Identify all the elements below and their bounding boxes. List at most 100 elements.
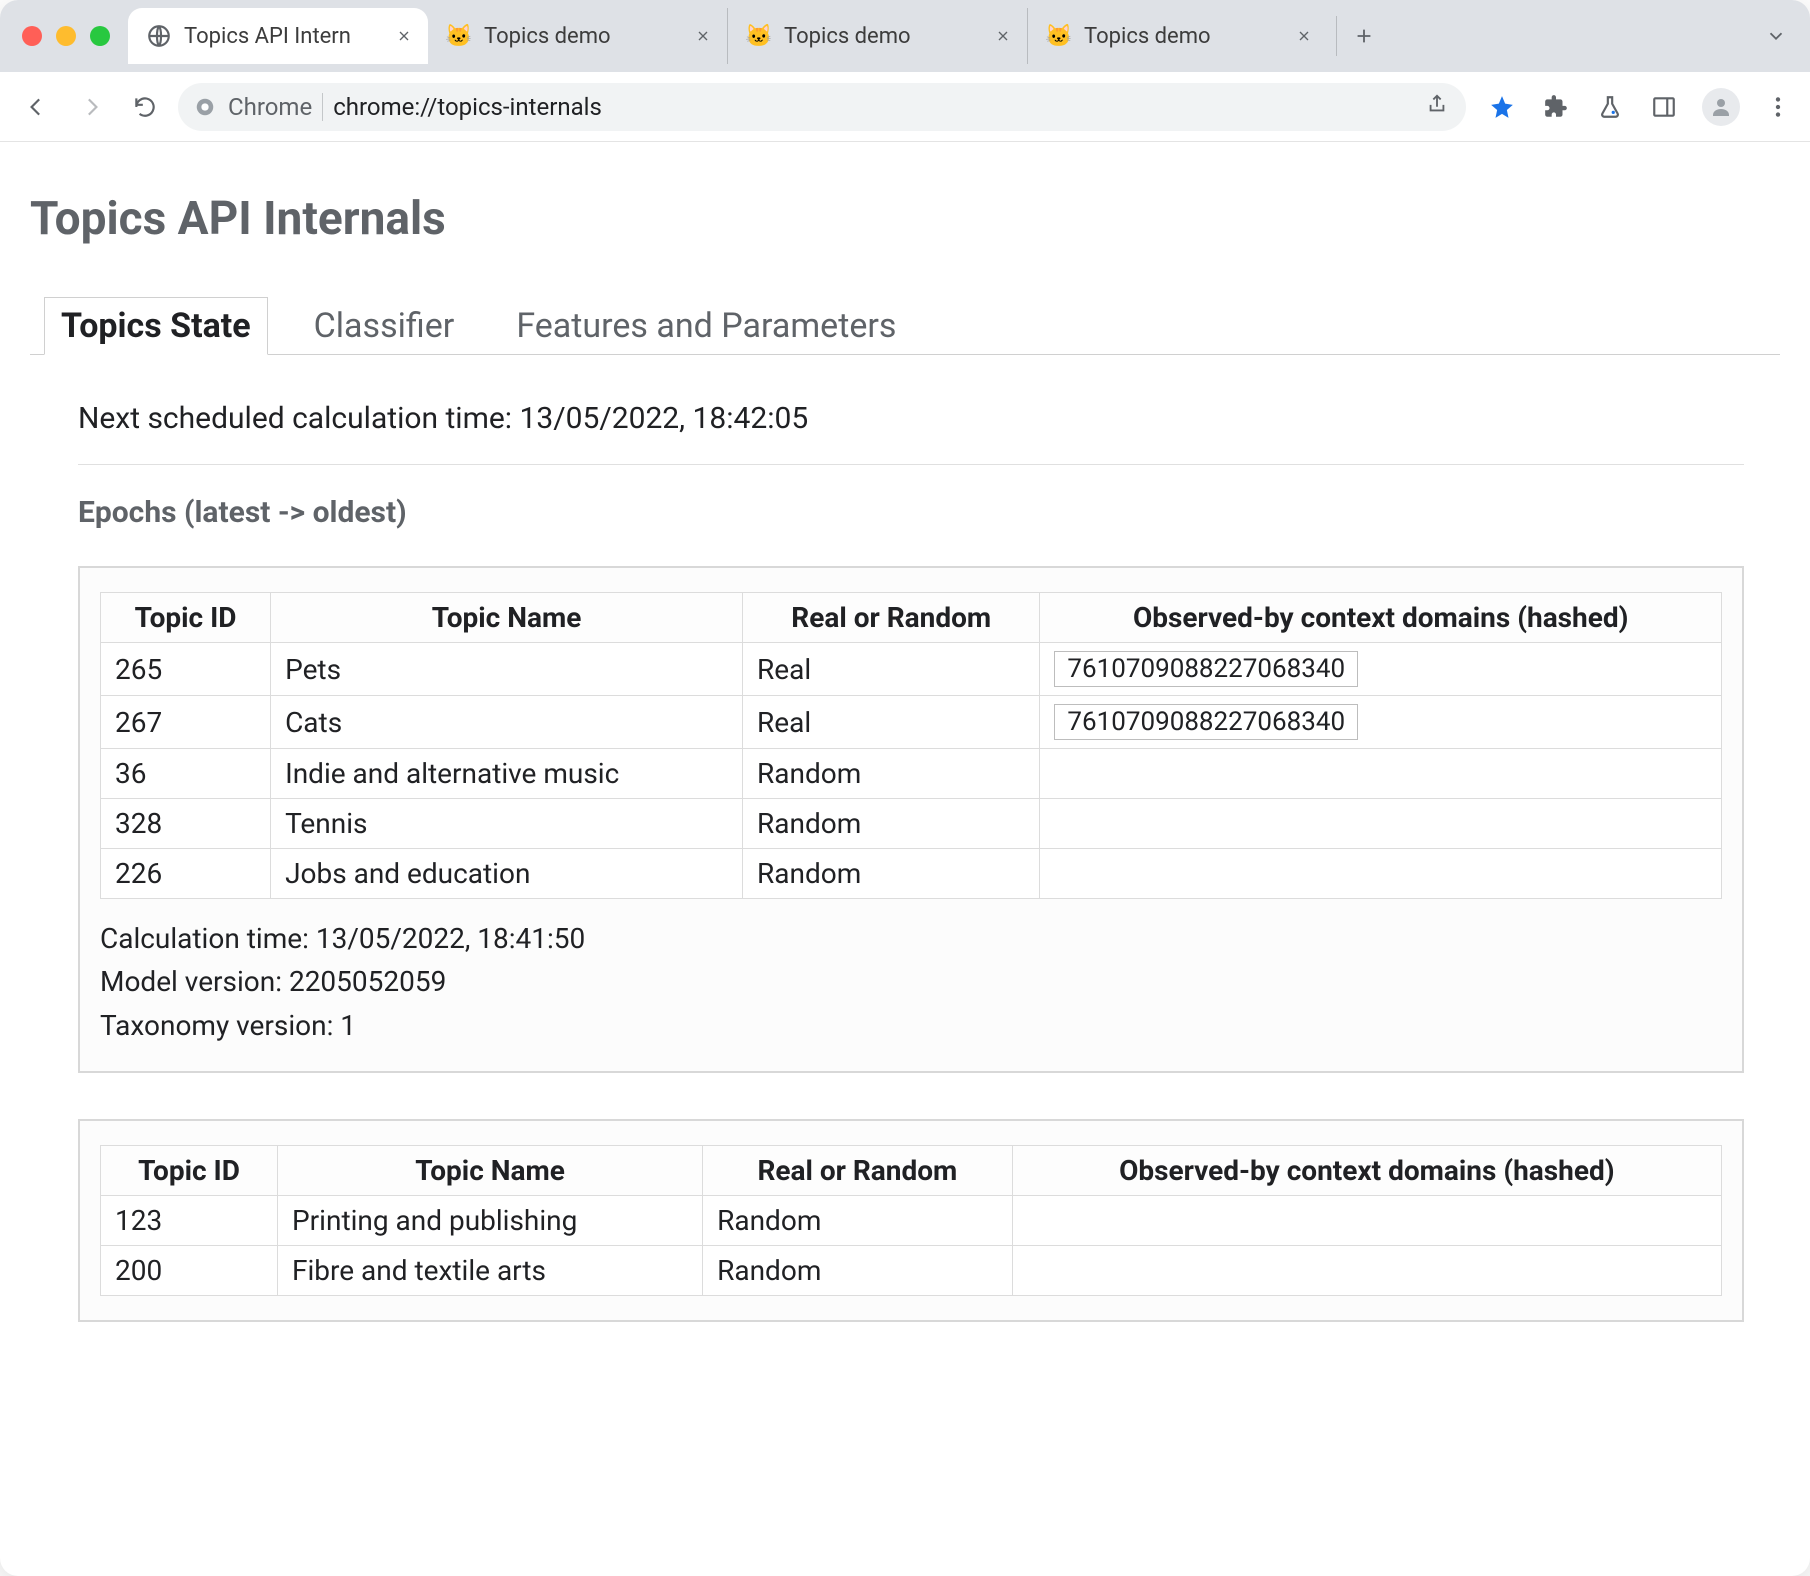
cell-hash: 7610709088227068340 (1040, 643, 1722, 696)
model-version-value: 2205052059 (289, 965, 446, 998)
window-minimize-button[interactable] (56, 26, 76, 46)
cell-kind: Real (743, 696, 1040, 749)
col-topic-id: Topic ID (101, 1146, 278, 1196)
calc-time-label: Calculation time: (100, 922, 316, 955)
forward-button[interactable] (70, 86, 112, 128)
chrome-icon (192, 94, 218, 120)
cell-topic-name: Printing and publishing (278, 1196, 703, 1246)
url-origin: Chrome (228, 93, 323, 121)
table-header-row: Topic ID Topic Name Real or Random Obser… (101, 1146, 1722, 1196)
taxonomy-version-value: 1 (340, 1009, 356, 1042)
back-button[interactable] (16, 86, 58, 128)
url-path: chrome://topics-internals (333, 93, 1416, 121)
cell-kind: Random (743, 849, 1040, 899)
profile-avatar[interactable] (1702, 88, 1740, 126)
kebab-menu-icon[interactable] (1762, 91, 1794, 123)
cell-hash (1040, 749, 1722, 799)
cell-hash (1012, 1196, 1721, 1246)
browser-tab[interactable]: 🐱 Topics demo (1028, 8, 1328, 64)
cell-topic-name: Fibre and textile arts (278, 1246, 703, 1296)
cell-hash (1040, 849, 1722, 899)
address-bar[interactable]: Chrome chrome://topics-internals (178, 83, 1466, 131)
page-title: Topics API Internals (30, 192, 1780, 246)
table-row: 328 Tennis Random (101, 799, 1722, 849)
tab-title: Topics demo (1084, 24, 1282, 49)
browser-window: Topics API Intern 🐱 Topics demo 🐱 Topics… (0, 0, 1810, 1576)
cell-kind: Random (703, 1196, 1013, 1246)
tabs-overflow-button[interactable] (1754, 14, 1798, 58)
cell-topic-id: 200 (101, 1246, 278, 1296)
toolbar: Chrome chrome://topics-internals (0, 72, 1810, 142)
labs-icon[interactable] (1594, 91, 1626, 123)
cell-kind: Random (743, 799, 1040, 849)
window-maximize-button[interactable] (90, 26, 110, 46)
bookmark-icon[interactable] (1486, 91, 1518, 123)
epoch-box: Topic ID Topic Name Real or Random Obser… (78, 1119, 1744, 1322)
cell-topic-id: 226 (101, 849, 271, 899)
cell-topic-id: 123 (101, 1196, 278, 1246)
close-icon[interactable] (693, 26, 713, 46)
share-icon[interactable] (1426, 93, 1448, 121)
side-panel-icon[interactable] (1648, 91, 1680, 123)
tab-classifier[interactable]: Classifier (298, 298, 471, 354)
hash-chip: 7610709088227068340 (1054, 704, 1358, 740)
cell-topic-id: 265 (101, 643, 271, 696)
extensions-icon[interactable] (1540, 91, 1572, 123)
close-icon[interactable] (1294, 26, 1314, 46)
cell-topic-name: Pets (271, 643, 743, 696)
col-real-random: Real or Random (703, 1146, 1013, 1196)
cell-kind: Real (743, 643, 1040, 696)
tab-title: Topics demo (784, 24, 981, 49)
next-calc-value: 13/05/2022, 18:42:05 (520, 401, 809, 436)
cell-topic-id: 328 (101, 799, 271, 849)
tab-title: Topics demo (484, 24, 681, 49)
cell-topic-name: Indie and alternative music (271, 749, 743, 799)
tab-features-parameters[interactable]: Features and Parameters (500, 298, 912, 354)
browser-tab[interactable]: 🐱 Topics demo (428, 8, 728, 64)
model-version-label: Model version: (100, 965, 289, 998)
topics-table: Topic ID Topic Name Real or Random Obser… (100, 592, 1722, 899)
cell-hash: 7610709088227068340 (1040, 696, 1722, 749)
new-tab-button[interactable] (1336, 16, 1376, 56)
window-close-button[interactable] (22, 26, 42, 46)
page-tabs: Topics State Classifier Features and Par… (30, 296, 1780, 355)
topics-table: Topic ID Topic Name Real or Random Obser… (100, 1145, 1722, 1296)
browser-tab[interactable]: Topics API Intern (128, 8, 428, 64)
cat-icon: 🐱 (446, 23, 472, 49)
epoch-meta: Calculation time: 13/05/2022, 18:41:50 M… (100, 917, 1722, 1047)
cat-icon: 🐱 (1046, 23, 1072, 49)
taxonomy-version-label: Taxonomy version: (100, 1009, 340, 1042)
epochs-heading: Epochs (latest -> oldest) (78, 495, 1744, 530)
table-row: 265 Pets Real 7610709088227068340 (101, 643, 1722, 696)
cell-topic-name: Tennis (271, 799, 743, 849)
tab-panel-topics-state: Next scheduled calculation time: 13/05/2… (30, 355, 1780, 1322)
tab-topics-state[interactable]: Topics State (44, 297, 268, 355)
col-real-random: Real or Random (743, 593, 1040, 643)
page-content: Topics API Internals Topics State Classi… (0, 142, 1810, 1576)
cell-kind: Random (743, 749, 1040, 799)
globe-icon (146, 23, 172, 49)
browser-tab[interactable]: 🐱 Topics demo (728, 8, 1028, 64)
table-row: 267 Cats Real 7610709088227068340 (101, 696, 1722, 749)
table-row: 200 Fibre and textile arts Random (101, 1246, 1722, 1296)
cat-icon: 🐱 (746, 23, 772, 49)
next-calc-label: Next scheduled calculation time: (78, 401, 520, 436)
table-header-row: Topic ID Topic Name Real or Random Obser… (101, 593, 1722, 643)
col-topic-name: Topic Name (278, 1146, 703, 1196)
divider (78, 464, 1744, 465)
table-row: 123 Printing and publishing Random (101, 1196, 1722, 1246)
window-controls (12, 26, 128, 46)
cell-hash (1040, 799, 1722, 849)
epoch-box: Topic ID Topic Name Real or Random Obser… (78, 566, 1744, 1073)
toolbar-actions (1478, 88, 1794, 126)
cell-hash (1012, 1246, 1721, 1296)
reload-button[interactable] (124, 86, 166, 128)
table-row: 226 Jobs and education Random (101, 849, 1722, 899)
col-topic-id: Topic ID (101, 593, 271, 643)
close-icon[interactable] (394, 26, 414, 46)
close-icon[interactable] (993, 26, 1013, 46)
cell-topic-name: Jobs and education (271, 849, 743, 899)
table-row: 36 Indie and alternative music Random (101, 749, 1722, 799)
col-topic-name: Topic Name (271, 593, 743, 643)
cell-topic-name: Cats (271, 696, 743, 749)
